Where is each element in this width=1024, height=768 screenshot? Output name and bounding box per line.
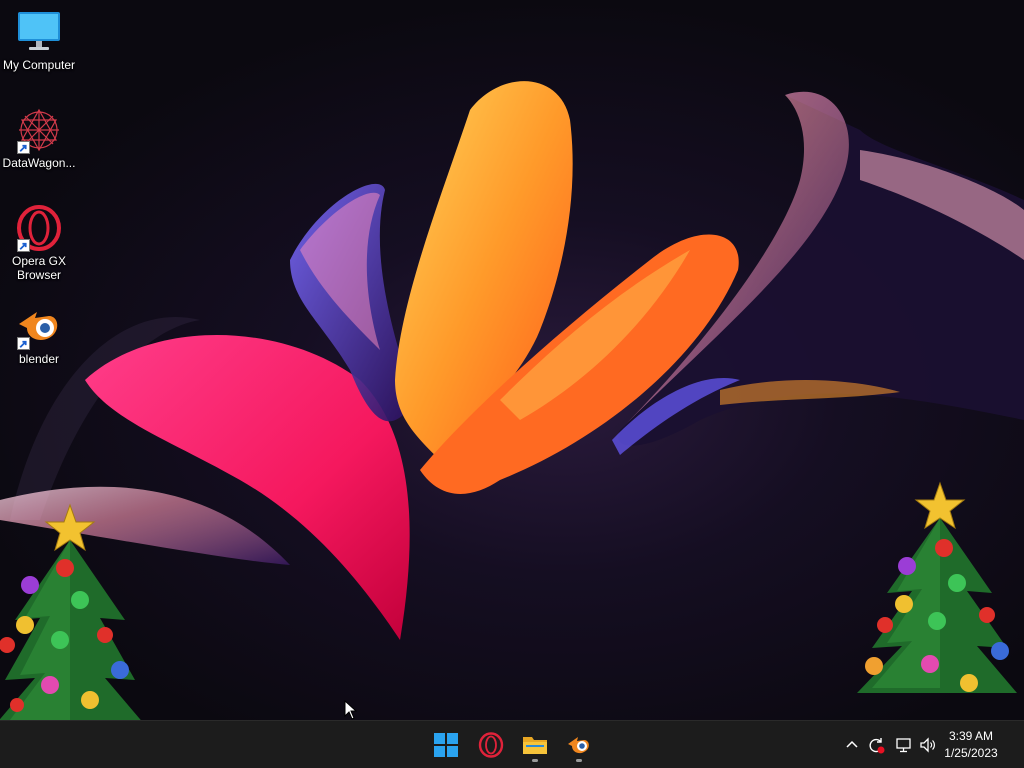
monitor-icon bbox=[15, 8, 63, 56]
taskbar-opera-gx-button[interactable] bbox=[473, 727, 509, 763]
shortcut-arrow-icon bbox=[17, 141, 30, 154]
desktop-icon-datawagon[interactable]: DataWagon... bbox=[0, 106, 78, 170]
clock-time: 3:39 AM bbox=[948, 729, 994, 743]
shortcut-arrow-icon bbox=[17, 337, 30, 350]
mouse-cursor-icon bbox=[344, 700, 358, 720]
clock-button[interactable]: 3:39 AM 1/25/2023 bbox=[936, 728, 1006, 762]
desktop-icon-blender[interactable]: blender bbox=[0, 302, 78, 366]
volume-button[interactable] bbox=[918, 735, 938, 755]
shortcut-arrow-icon bbox=[17, 239, 30, 252]
running-indicator bbox=[532, 759, 538, 762]
sync-icon bbox=[869, 738, 885, 754]
windows-logo-icon bbox=[434, 733, 458, 757]
running-indicator bbox=[576, 759, 582, 762]
network-status-button[interactable] bbox=[894, 735, 914, 755]
desktop-icon-label: DataWagon... bbox=[2, 156, 76, 170]
folder-icon bbox=[523, 737, 547, 754]
desktop-icon-opera-gx[interactable]: Opera GX Browser bbox=[0, 204, 78, 282]
clock-date: 1/25/2023 bbox=[944, 746, 998, 760]
christmas-tree-icon bbox=[857, 481, 1017, 693]
desktop-icon-my-computer[interactable]: My Computer bbox=[0, 8, 78, 72]
taskbar-blender-button[interactable] bbox=[561, 727, 597, 763]
desktop-icon-label: My Computer bbox=[2, 58, 76, 72]
taskbar-file-explorer-button[interactable] bbox=[517, 727, 553, 763]
show-hidden-icons-button[interactable] bbox=[842, 735, 862, 755]
opera-gx-icon bbox=[15, 204, 63, 252]
taskbar: 3:39 AM 1/25/2023 bbox=[0, 720, 1024, 768]
chevron-up-icon bbox=[846, 740, 858, 748]
blender-icon bbox=[15, 302, 63, 350]
network-icon bbox=[896, 738, 911, 753]
christmas-tree-icon bbox=[0, 503, 141, 720]
speaker-icon bbox=[920, 737, 935, 753]
datawagon-logo-icon bbox=[15, 106, 63, 154]
sync-status-button[interactable] bbox=[866, 735, 886, 755]
opera-gx-icon bbox=[478, 732, 504, 758]
desktop-wallpaper bbox=[0, 0, 1024, 720]
blender-icon bbox=[568, 737, 589, 754]
start-button[interactable] bbox=[428, 727, 464, 763]
